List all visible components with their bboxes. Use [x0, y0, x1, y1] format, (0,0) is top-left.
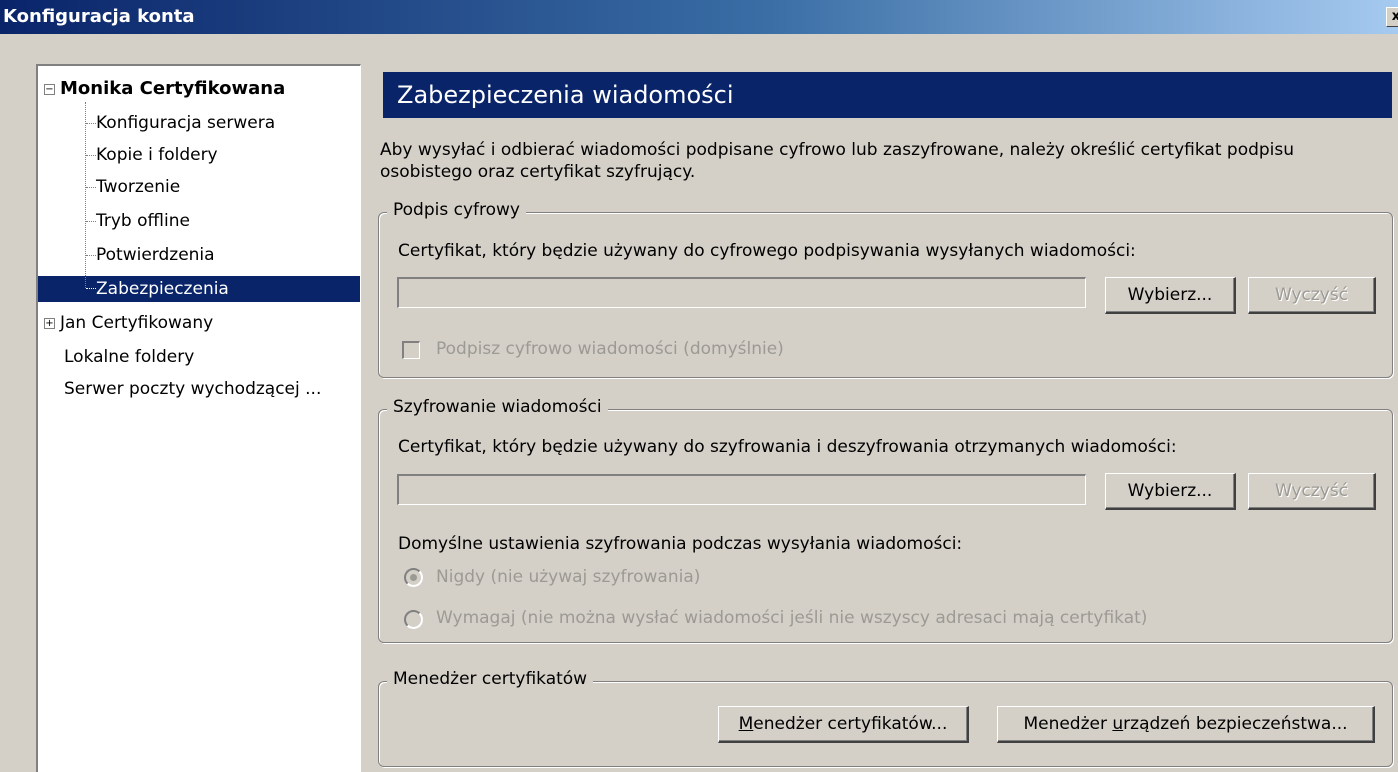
tree-connector	[85, 102, 86, 288]
security-devices-button[interactable]: Menedżer urządzeń bezpieczeństwa...	[997, 706, 1375, 743]
encryption-require-label[interactable]: Wymagaj (nie można wysłać wiadomości jeś…	[436, 608, 1147, 628]
group-legend: Szyfrowanie wiadomości	[387, 397, 608, 417]
group-cert-manager: Menedżer certyfikatów Menedżer certyfika…	[378, 669, 1393, 767]
tree-connector	[86, 221, 96, 222]
sign-messages-checkbox[interactable]	[402, 341, 420, 359]
certificate-manager-button[interactable]: Menedżer certyfikatów...	[718, 706, 969, 743]
account-tree[interactable]: − Monika Certyfikowana Konfiguracja serw…	[36, 64, 361, 772]
tree-connector	[86, 288, 96, 289]
panel-description: Aby wysyłać i odbierać wiadomości podpis…	[380, 140, 1295, 182]
tree-connector	[86, 123, 96, 124]
encryption-never-radio[interactable]	[404, 568, 423, 587]
encryption-require-radio[interactable]	[404, 610, 423, 629]
group-encryption: Szyfrowanie wiadomości Certyfikat, który…	[378, 397, 1393, 643]
tree-connector	[86, 255, 96, 256]
group-digital-signing: Podpis cyfrowy Certyfikat, który będzie …	[378, 200, 1393, 378]
signing-choose-button[interactable]: Wybierz...	[1105, 277, 1236, 314]
close-icon[interactable]: x	[1386, 7, 1398, 27]
tree-account-label[interactable]: Monika Certyfikowana	[60, 76, 285, 102]
collapse-icon[interactable]: −	[44, 84, 55, 95]
tree-connector	[86, 155, 96, 156]
encryption-cert-label: Certyfikat, który będzie używany do szyf…	[398, 437, 1177, 457]
group-legend: Podpis cyfrowy	[387, 200, 526, 220]
window-title: Konfiguracja konta	[3, 6, 195, 27]
expand-icon[interactable]: +	[44, 318, 55, 329]
radio-selected-dot	[410, 574, 417, 581]
sign-messages-label[interactable]: Podpisz cyfrowo wiadomości (domyślnie)	[436, 339, 784, 359]
group-legend: Menedżer certyfikatów	[387, 669, 594, 689]
window-titlebar: Konfiguracja konta x	[0, 0, 1398, 34]
tree-connector	[86, 187, 96, 188]
encryption-never-label[interactable]: Nigdy (nie używaj szyfrowania)	[436, 567, 700, 587]
signing-cert-field[interactable]	[397, 277, 1086, 308]
signing-clear-button[interactable]: Wyczyść	[1248, 277, 1376, 314]
page-title: Zabezpieczenia wiadomości	[397, 81, 734, 109]
encryption-cert-field[interactable]	[397, 474, 1086, 505]
encryption-choose-button[interactable]: Wybierz...	[1105, 473, 1236, 510]
encryption-clear-button[interactable]: Wyczyść	[1248, 473, 1376, 510]
encryption-default-label: Domyślne ustawienia szyfrowania podczas …	[398, 534, 963, 554]
page-title-bar: Zabezpieczenia wiadomości	[383, 72, 1392, 118]
signing-cert-label: Certyfikat, który będzie używany do cyfr…	[398, 241, 1136, 261]
